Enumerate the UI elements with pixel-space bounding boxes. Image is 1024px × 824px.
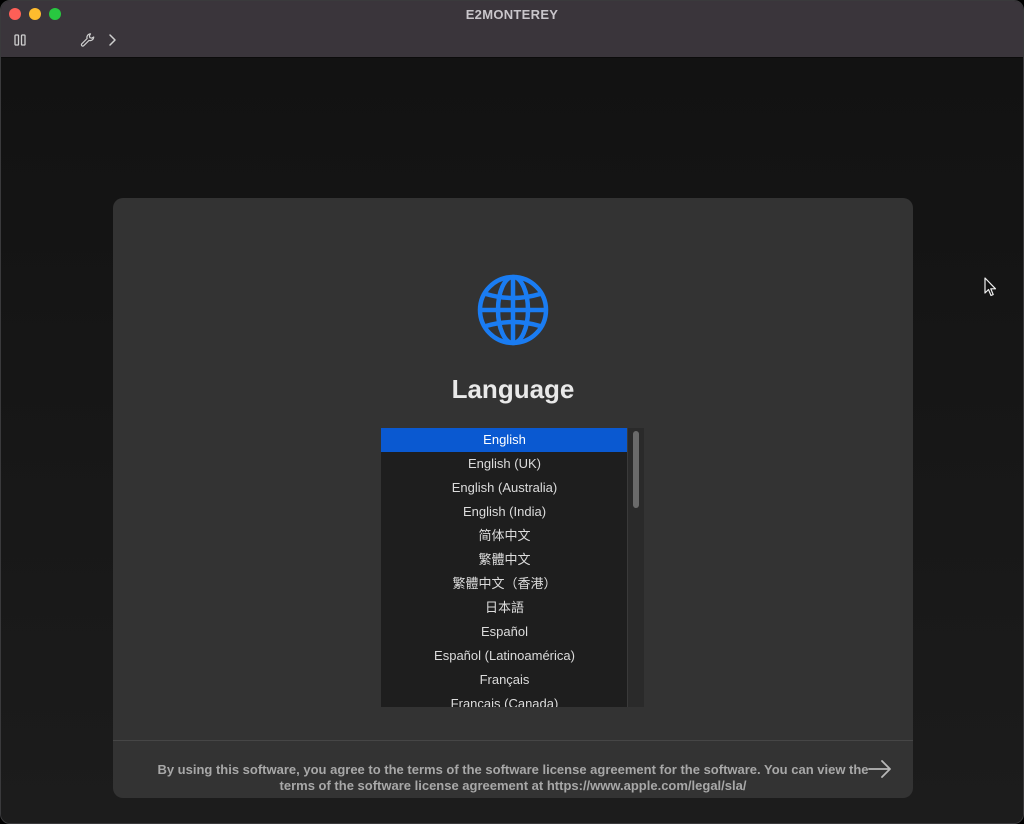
language-option[interactable]: 日本語 bbox=[381, 596, 628, 620]
settings-button[interactable] bbox=[79, 31, 97, 49]
pause-button[interactable] bbox=[11, 31, 29, 49]
language-option[interactable]: Français (Canada) bbox=[381, 692, 628, 707]
language-option[interactable]: English (India) bbox=[381, 500, 628, 524]
footer-divider bbox=[113, 740, 913, 741]
language-option[interactable]: Español bbox=[381, 620, 628, 644]
language-option[interactable]: 简体中文 bbox=[381, 524, 628, 548]
setup-assistant-panel: Language English English (UK) English (Aus… bbox=[113, 198, 913, 798]
scrollbar-thumb[interactable] bbox=[633, 431, 639, 508]
language-option[interactable]: 繁體中文（香港） bbox=[381, 572, 628, 596]
page-title: Language bbox=[451, 374, 575, 404]
language-option[interactable]: English bbox=[381, 428, 628, 452]
language-list-scrollbar[interactable] bbox=[627, 428, 644, 707]
language-option[interactable]: English (Australia) bbox=[381, 476, 628, 500]
forward-button[interactable] bbox=[103, 31, 121, 49]
language-option[interactable]: Español (Latinoamérica) bbox=[381, 644, 628, 668]
language-list[interactable]: English English (UK) English (Australia) En… bbox=[381, 428, 644, 707]
pause-icon bbox=[14, 34, 26, 46]
window-title: E2MONTEREY bbox=[465, 7, 559, 22]
wrench-icon bbox=[80, 33, 95, 47]
title-bar: E2MONTEREY bbox=[1, 1, 1023, 58]
chevron-right-icon bbox=[109, 34, 116, 46]
language-list-items: English English (UK) English (Australia) En… bbox=[381, 428, 628, 707]
language-option[interactable]: English (UK) bbox=[381, 452, 628, 476]
language-option[interactable]: Français bbox=[381, 668, 628, 692]
mouse-cursor-icon bbox=[984, 277, 997, 297]
globe-icon bbox=[477, 274, 549, 346]
vm-window: E2MONTEREY Language English English (UK)… bbox=[0, 0, 1024, 824]
license-line-1: By using this software, you agree to the… bbox=[157, 762, 869, 777]
license-notice: By using this software, you agree to the… bbox=[113, 762, 913, 794]
vm-display[interactable]: Language English English (UK) English (Aus… bbox=[1, 58, 1023, 823]
license-line-2: terms of the software license agreement … bbox=[279, 778, 747, 793]
language-option[interactable]: 繁體中文 bbox=[381, 548, 628, 572]
